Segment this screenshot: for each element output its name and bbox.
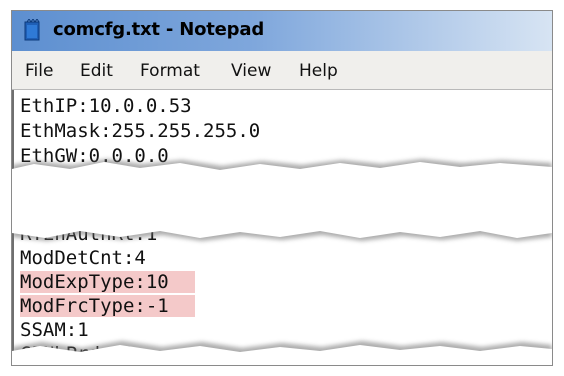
menu-bar: File Edit Format View Help (12, 51, 552, 90)
menu-format[interactable]: Format (140, 61, 200, 81)
torn-edge-break (12, 159, 552, 241)
menu-view[interactable]: View (231, 61, 271, 81)
title-bar[interactable]: comcfg.txt - Notepad (12, 11, 552, 51)
text-line-highlighted: ModFrcType:-1 (20, 294, 195, 318)
menu-help[interactable]: Help (299, 61, 338, 81)
window-title: comcfg.txt - Notepad (53, 19, 264, 40)
menu-file[interactable]: File (25, 61, 53, 81)
text-line: EthIP:10.0.0.53 (20, 95, 192, 117)
menu-edit[interactable]: Edit (80, 61, 113, 81)
highlighted-text: ModExpType:10 (20, 271, 195, 293)
text-line-highlighted: ModExpType:10 (20, 270, 195, 294)
text-line: EthMask:255.255.255.0 (20, 120, 261, 142)
notepad-window: comcfg.txt - Notepad File Edit Format Vi… (11, 10, 553, 366)
highlighted-text: ModFrcType:-1 (20, 295, 195, 317)
notepad-icon (24, 19, 40, 41)
screenshot-stage: comcfg.txt - Notepad File Edit Format Vi… (0, 0, 564, 376)
torn-edge-bottom (12, 341, 552, 365)
